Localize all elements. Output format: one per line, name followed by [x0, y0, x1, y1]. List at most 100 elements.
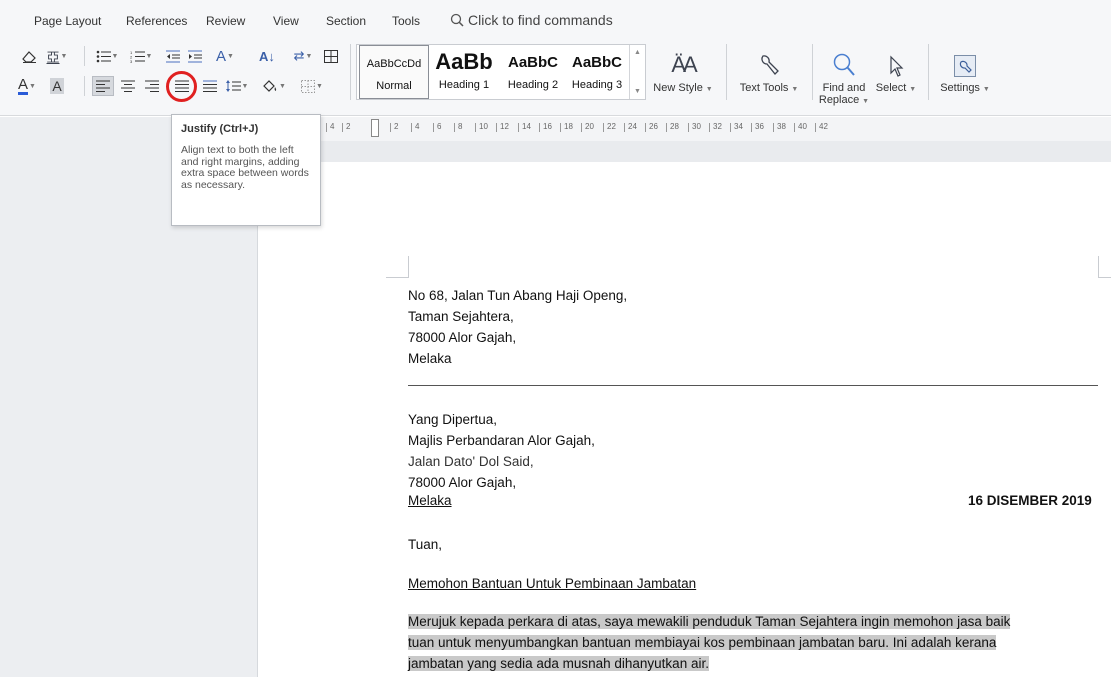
- character-shading-button[interactable]: A: [46, 76, 68, 96]
- gallery-scrollbar[interactable]: ▲ ▼: [629, 45, 645, 99]
- style-heading-2[interactable]: AaBbC Heading 2: [499, 45, 567, 99]
- style-normal[interactable]: AaBbCcDd Normal: [359, 45, 429, 99]
- font-color-button[interactable]: A ▼: [12, 76, 42, 96]
- ruler-label: 16: [543, 122, 552, 131]
- ruler-tick: [496, 123, 497, 132]
- ruler-label: 4: [415, 122, 420, 131]
- settings-label: Settings: [940, 82, 980, 94]
- body-line[interactable]: Merujuk kepada perkara di atas, saya mew…: [408, 614, 1011, 629]
- increase-indent-icon: [188, 50, 202, 62]
- ruler-label: 18: [564, 122, 573, 131]
- svg-text:3: 3: [130, 59, 133, 63]
- ruler-tick: [794, 123, 795, 132]
- align-left-button[interactable]: [92, 76, 114, 96]
- body-line[interactable]: tuan untuk menyumbangkan bantuan membiay…: [408, 635, 997, 650]
- chevron-down-icon: ▼: [634, 88, 641, 95]
- tab-page-layout[interactable]: Page Layout: [34, 14, 101, 28]
- bullets-button[interactable]: ▼: [92, 47, 122, 65]
- table-convert-button[interactable]: [322, 47, 340, 65]
- margin-corner-mark: [1098, 256, 1099, 278]
- sender-address-line[interactable]: Melaka: [408, 351, 452, 366]
- tooltip-title: Justify (Ctrl+J): [181, 123, 259, 135]
- line-spacing-button[interactable]: ▼: [222, 76, 252, 96]
- salutation[interactable]: Tuan,: [408, 537, 442, 552]
- command-search[interactable]: Click to find commands: [450, 12, 613, 28]
- ruler-label: 36: [755, 122, 764, 131]
- horizontal-ruler[interactable]: 4 2 2 4 6 8 10 12 14 16 18 20 22 24 26 28 30 32 34 36 38 40 42: [258, 117, 1111, 141]
- recipient-address-line[interactable]: Melaka: [408, 493, 452, 508]
- style-heading-3[interactable]: AaBbC Heading 3: [567, 45, 627, 99]
- sender-address-line[interactable]: 78000 Alor Gajah,: [408, 330, 516, 345]
- settings-button[interactable]: Settings ▼: [934, 48, 996, 96]
- ruler-tick: [666, 123, 667, 132]
- recipient-address-line[interactable]: Yang Dipertua,: [408, 412, 497, 427]
- tab-review[interactable]: Review: [206, 14, 245, 28]
- sender-address-line[interactable]: Taman Sejahtera,: [408, 309, 514, 324]
- decrease-indent-button[interactable]: [164, 47, 182, 65]
- style-heading-1[interactable]: AaBb Heading 1: [431, 45, 497, 99]
- table-icon: [324, 49, 338, 63]
- tab-view[interactable]: View: [273, 14, 299, 28]
- line-spacing-special-button[interactable]: ⇄ ▼: [288, 47, 318, 65]
- sender-address-line[interactable]: No 68, Jalan Tun Abang Haji Openg,: [408, 288, 627, 303]
- phonetic-guide-button[interactable]: 亞 ▼: [42, 47, 72, 65]
- ruler-tick: [560, 123, 561, 132]
- select-button[interactable]: Select ▼: [872, 48, 920, 96]
- chevron-up-icon: ▲: [634, 49, 641, 56]
- new-style-icon: ÄA: [671, 52, 697, 77]
- sort-button[interactable]: A↓: [258, 46, 276, 66]
- clear-formatting-button[interactable]: [20, 47, 38, 65]
- text-tools-label: Text Tools: [739, 82, 789, 94]
- styles-gallery: AaBbCcDd Normal AaBb Heading 1 AaBbC Hea…: [356, 44, 646, 100]
- settings-icon: [954, 55, 976, 77]
- tab-section[interactable]: Section: [326, 14, 366, 28]
- align-left-icon: [96, 80, 110, 92]
- font-size-change-button[interactable]: A ▼: [210, 46, 240, 66]
- ruler-label: 8: [458, 122, 463, 131]
- ruler-label: 12: [500, 122, 509, 131]
- increase-indent-button[interactable]: [186, 47, 204, 65]
- ruler-tick: [411, 123, 412, 132]
- letter-date[interactable]: 16 DISEMBER 2019: [968, 493, 1092, 508]
- ruler-tick: [603, 123, 604, 132]
- ruler-label: 4: [330, 122, 335, 131]
- chevron-down-icon: ▼: [789, 86, 799, 93]
- tab-tools[interactable]: Tools: [392, 14, 420, 28]
- shading-button[interactable]: ▼: [258, 76, 290, 96]
- sort-icon: A↓: [259, 48, 275, 64]
- ruler-tick: [645, 123, 646, 132]
- recipient-address-line[interactable]: Jalan Dato' Dol Said,: [408, 454, 534, 469]
- ruler-tick: [815, 123, 816, 132]
- bullet-list-icon: [96, 50, 111, 62]
- tab-references[interactable]: References: [126, 14, 187, 28]
- character-shading-icon: A: [50, 78, 64, 94]
- cursor-arrow-icon: [890, 55, 904, 77]
- new-style-button[interactable]: ÄA New Style ▼: [652, 48, 714, 96]
- margin-corner-mark: [1098, 277, 1111, 278]
- chevron-down-icon: ▼: [60, 52, 68, 60]
- indent-marker[interactable]: [371, 119, 379, 137]
- align-right-button[interactable]: [142, 76, 162, 96]
- ruler-label: 38: [777, 122, 786, 131]
- align-center-button[interactable]: [118, 76, 138, 96]
- ruler-tick: [390, 123, 391, 132]
- ruler-label: 42: [819, 122, 828, 131]
- replace-label: Replace: [818, 94, 860, 106]
- numbering-button[interactable]: 1 2 3 ▼: [126, 47, 156, 65]
- text-tools-button[interactable]: Text Tools ▼: [734, 48, 804, 96]
- menu-tabs: Page Layout References Review View Secti…: [0, 0, 1111, 40]
- find-and-replace-button[interactable]: Find and Replace ▼: [818, 48, 870, 108]
- find-label: Find and: [822, 82, 866, 94]
- distributed-align-button[interactable]: [200, 76, 220, 96]
- ruler-tick: [326, 123, 327, 132]
- document-page[interactable]: [259, 162, 1111, 677]
- letter-subject[interactable]: Memohon Bantuan Untuk Pembinaan Jambatan: [408, 576, 696, 591]
- chevron-down-icon: ▼: [29, 82, 36, 90]
- ruler-tick: [454, 123, 455, 132]
- ruler-label: 2: [346, 122, 351, 131]
- borders-button[interactable]: ▼: [296, 76, 328, 96]
- chevron-down-icon: ▼: [703, 86, 713, 93]
- body-line[interactable]: jambatan yang sedia ada musnah dihanyutk…: [408, 656, 709, 671]
- recipient-address-line[interactable]: Majlis Perbandaran Alor Gajah,: [408, 433, 595, 448]
- recipient-address-line[interactable]: 78000 Alor Gajah,: [408, 475, 516, 490]
